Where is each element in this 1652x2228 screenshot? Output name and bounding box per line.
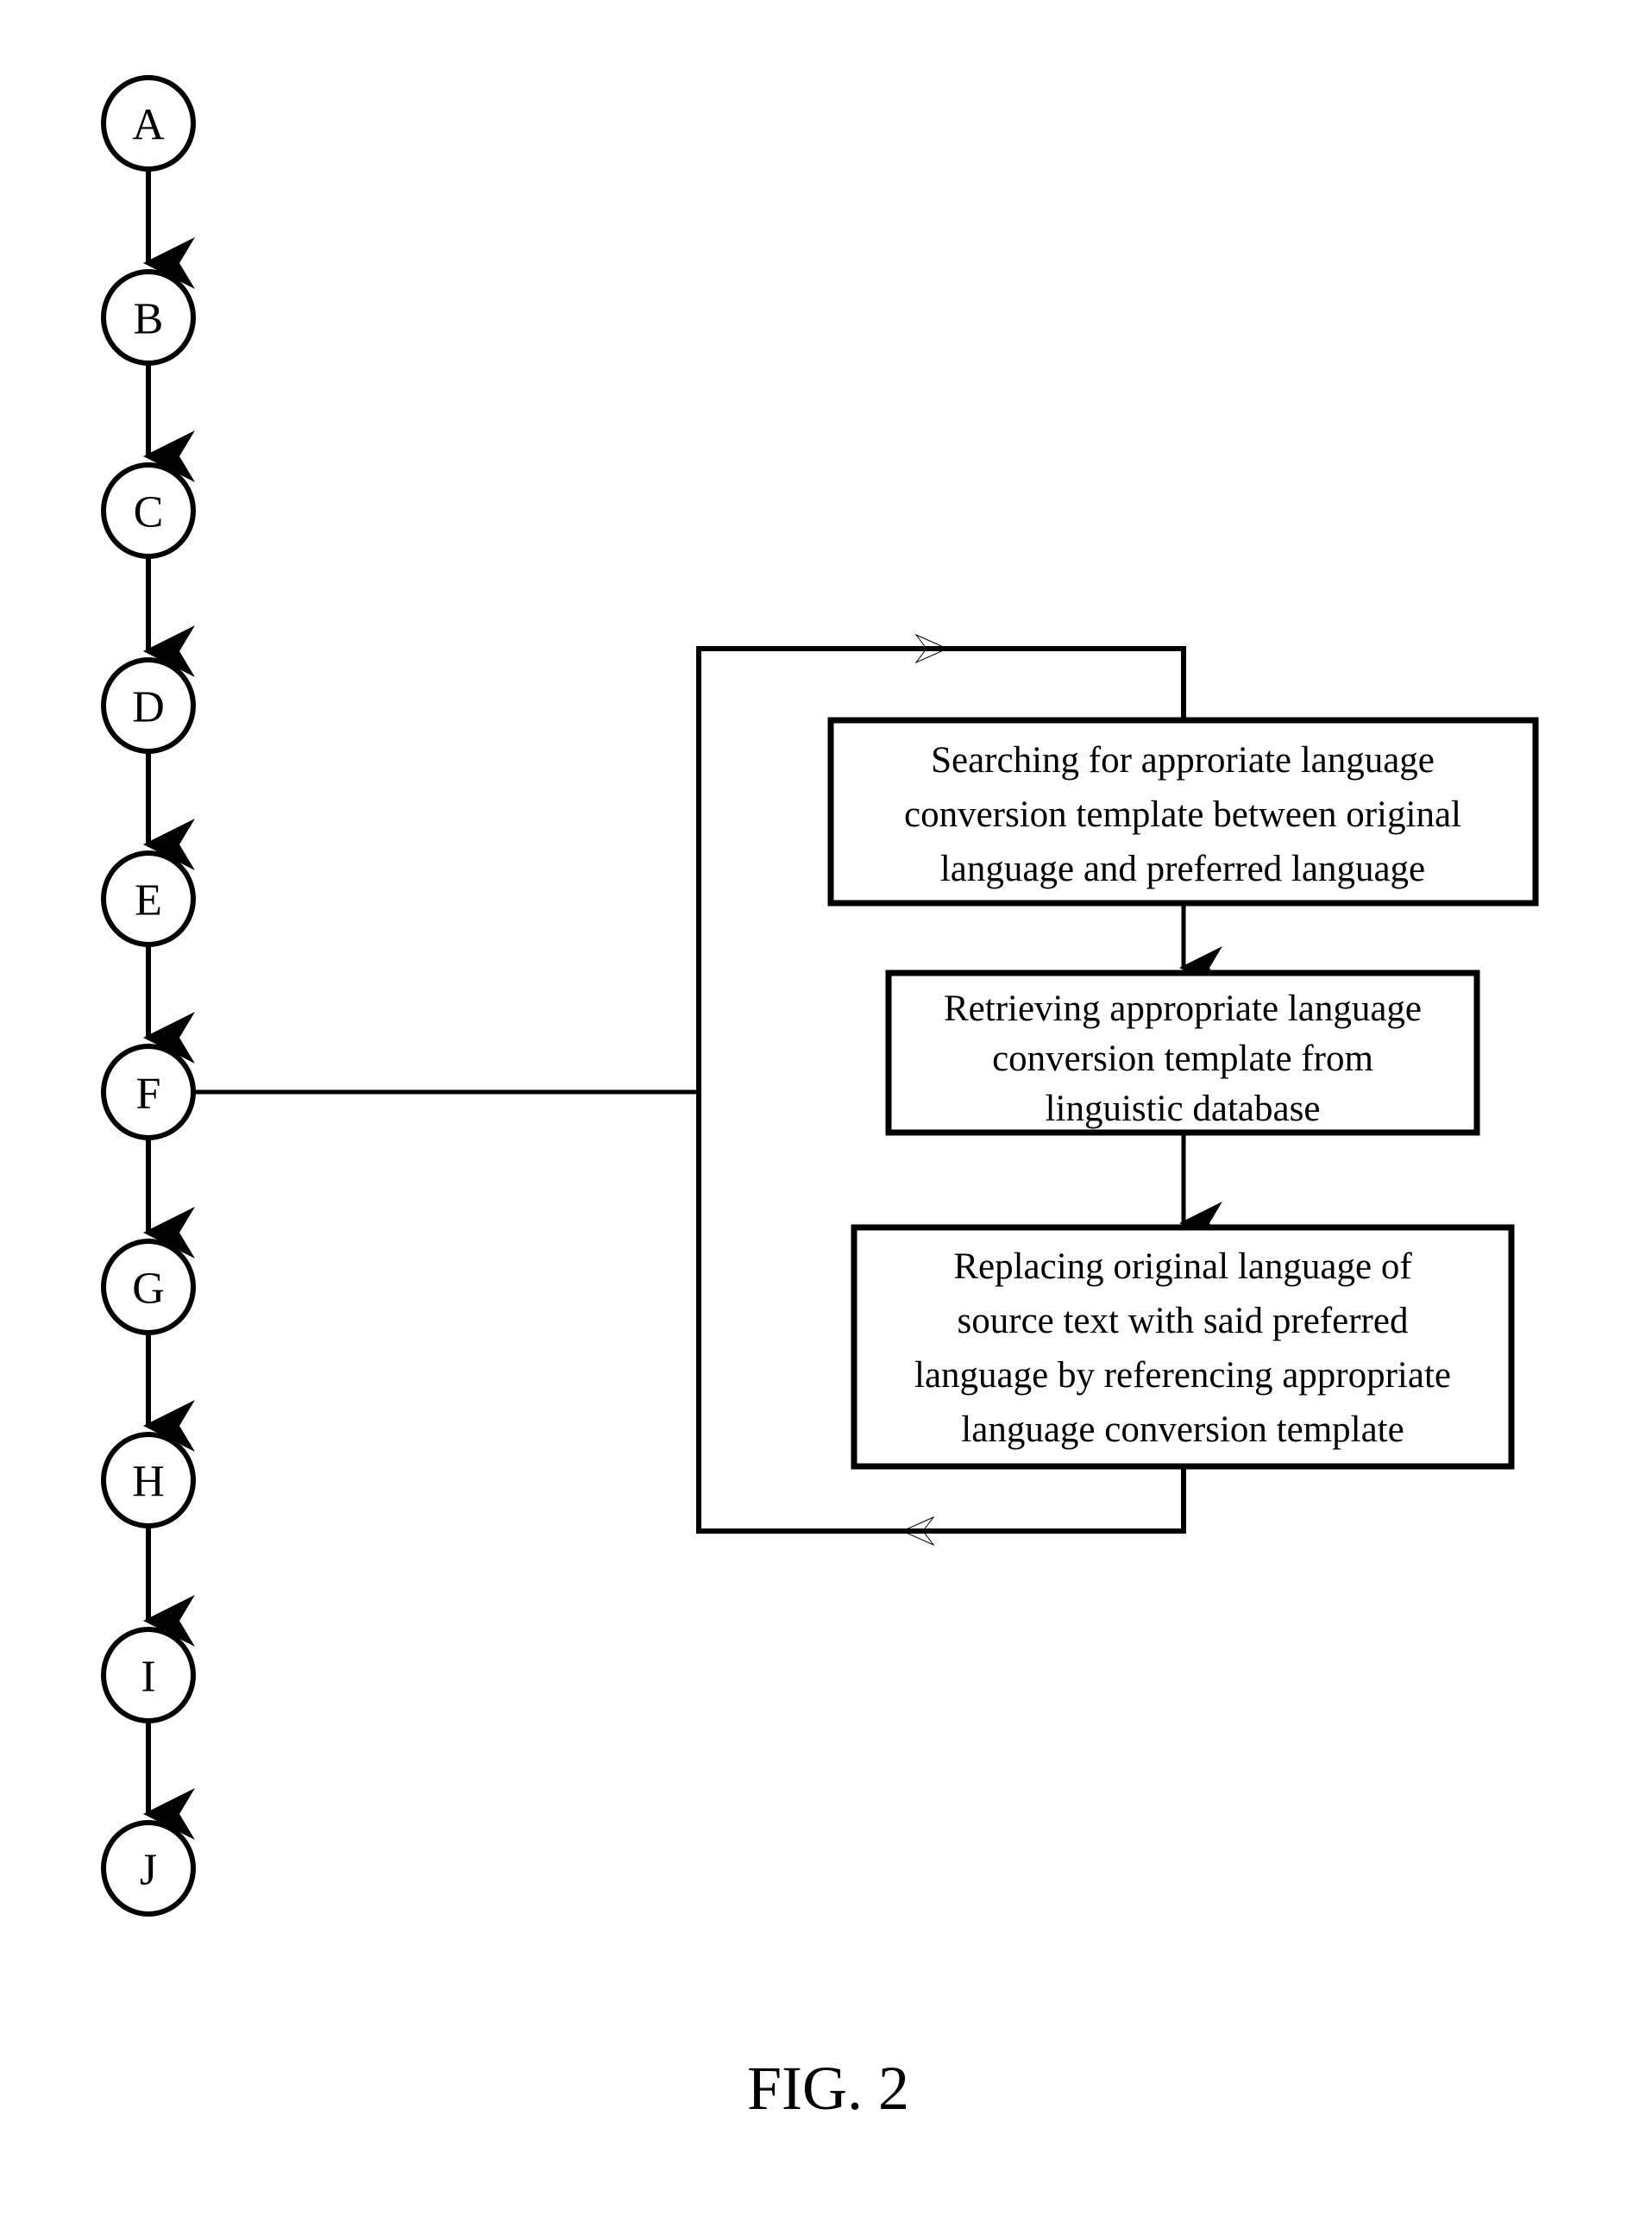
- node-d-label: D: [132, 683, 165, 732]
- node-a[interactable]: A: [101, 75, 196, 172]
- process-box-replacing[interactable]: Replacing original language of source te…: [851, 1224, 1515, 1470]
- node-f[interactable]: F: [101, 1044, 196, 1140]
- node-b[interactable]: B: [101, 269, 196, 366]
- process-box-replacing-line-3: language by referencing appropriate: [914, 1355, 1451, 1396]
- node-f-label: F: [136, 1070, 161, 1119]
- node-h-label: H: [132, 1458, 165, 1507]
- process-box-searching-line-1: Searching for approriate language: [931, 740, 1435, 781]
- node-h[interactable]: H: [101, 1432, 196, 1528]
- process-box-retrieving[interactable]: Retrieving appropriate language conversi…: [885, 970, 1480, 1136]
- process-box-retrieving-line-3: linguistic database: [1046, 1089, 1321, 1129]
- node-e[interactable]: E: [101, 850, 196, 947]
- node-j-label: J: [140, 1846, 157, 1895]
- node-g-label: G: [132, 1265, 165, 1314]
- figure-caption: FIG. 2: [747, 2054, 909, 2123]
- node-d[interactable]: D: [101, 657, 196, 754]
- patent-figure-2: A B C D E F G H I J Searching for appror…: [0, 0, 1652, 2228]
- node-c[interactable]: C: [101, 462, 196, 559]
- node-g[interactable]: G: [101, 1239, 196, 1335]
- process-box-retrieving-line-1: Retrieving appropriate language: [944, 988, 1422, 1029]
- flowchart-canvas: A B C D E F G H I J Searching for appror…: [101, 75, 1539, 2123]
- node-i-label: I: [141, 1653, 155, 1702]
- node-b-label: B: [134, 295, 164, 344]
- process-box-searching-line-2: conversion template between original: [904, 794, 1461, 835]
- process-box-searching-line-3: language and preferred language: [940, 849, 1425, 889]
- process-box-replacing-line-1: Replacing original language of: [953, 1246, 1412, 1287]
- node-i[interactable]: I: [101, 1627, 196, 1723]
- node-e-label: E: [135, 876, 162, 926]
- node-a-label: A: [132, 101, 165, 150]
- process-box-retrieving-line-2: conversion template from: [992, 1039, 1373, 1079]
- process-box-replacing-line-2: source text with said preferred: [958, 1301, 1409, 1341]
- process-box-searching[interactable]: Searching for approriate language conver…: [827, 717, 1539, 907]
- node-j[interactable]: J: [101, 1820, 196, 1917]
- node-c-label: C: [134, 488, 164, 537]
- process-box-replacing-line-4: language conversion template: [961, 1409, 1404, 1450]
